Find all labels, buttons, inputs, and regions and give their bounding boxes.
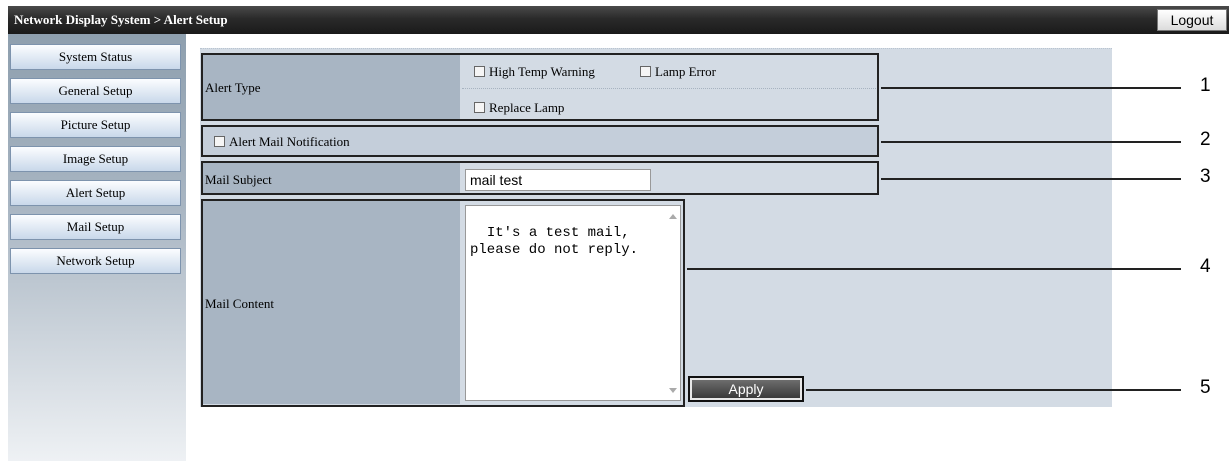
callout-line-3 xyxy=(881,178,1181,180)
callout-number-4: 4 xyxy=(1200,256,1211,277)
logout-button[interactable]: Logout xyxy=(1157,9,1227,31)
callout-number-1: 1 xyxy=(1200,75,1211,96)
callout-number-5: 5 xyxy=(1200,377,1211,398)
page-title: Network Display System > Alert Setup xyxy=(14,12,228,27)
sidebar-item-picture-setup[interactable]: Picture Setup xyxy=(10,112,181,138)
sidebar-item-general-setup[interactable]: General Setup xyxy=(10,78,181,104)
callout-number-3: 3 xyxy=(1200,166,1211,187)
callout-number-2: 2 xyxy=(1200,129,1211,150)
callout-box-4 xyxy=(201,199,685,407)
callout-box-1 xyxy=(201,53,879,121)
callout-line-1 xyxy=(881,87,1181,89)
callout-line-4 xyxy=(687,268,1181,270)
callout-box-2 xyxy=(201,125,879,157)
apply-button-label: Apply xyxy=(692,380,800,398)
sidebar-item-alert-setup[interactable]: Alert Setup xyxy=(10,180,181,206)
sidebar-item-mail-setup[interactable]: Mail Setup xyxy=(10,214,181,240)
sidebar-item-image-setup[interactable]: Image Setup xyxy=(10,146,181,172)
callout-box-3 xyxy=(201,161,879,195)
sidebar-item-system-status[interactable]: System Status xyxy=(10,44,181,70)
apply-button[interactable]: Apply xyxy=(688,376,804,402)
callout-line-5 xyxy=(806,389,1181,391)
sidebar-item-network-setup[interactable]: Network Setup xyxy=(10,248,181,274)
sidebar: System Status General Setup Picture Setu… xyxy=(8,34,186,461)
header-bar: Network Display System > Alert Setup Log… xyxy=(8,6,1229,34)
callout-line-2 xyxy=(881,141,1181,143)
